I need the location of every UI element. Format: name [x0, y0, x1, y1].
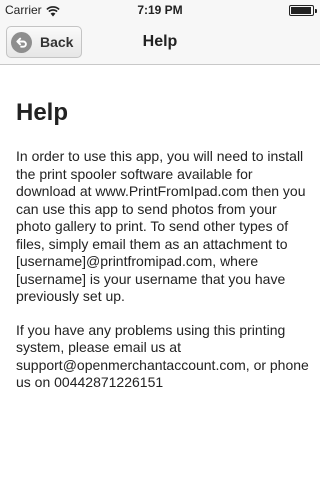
help-paragraph-support: If you have any problems using this prin…: [16, 321, 309, 391]
back-button-label: Back: [40, 34, 74, 50]
navigation-bar: Back Help: [0, 20, 320, 65]
battery-icon: [289, 5, 317, 16]
nav-title: Help: [142, 33, 178, 50]
help-content: Help In order to use this app, you will …: [16, 96, 310, 392]
page-heading: Help: [16, 99, 69, 126]
back-button[interactable]: Back: [6, 26, 82, 58]
status-time: 7:19 PM: [137, 3, 183, 17]
back-arrow-icon: [11, 31, 32, 53]
status-bar: Carrier 7:19 PM: [0, 0, 320, 20]
help-paragraph-instructions: In order to use this app, you will need …: [16, 148, 306, 304]
